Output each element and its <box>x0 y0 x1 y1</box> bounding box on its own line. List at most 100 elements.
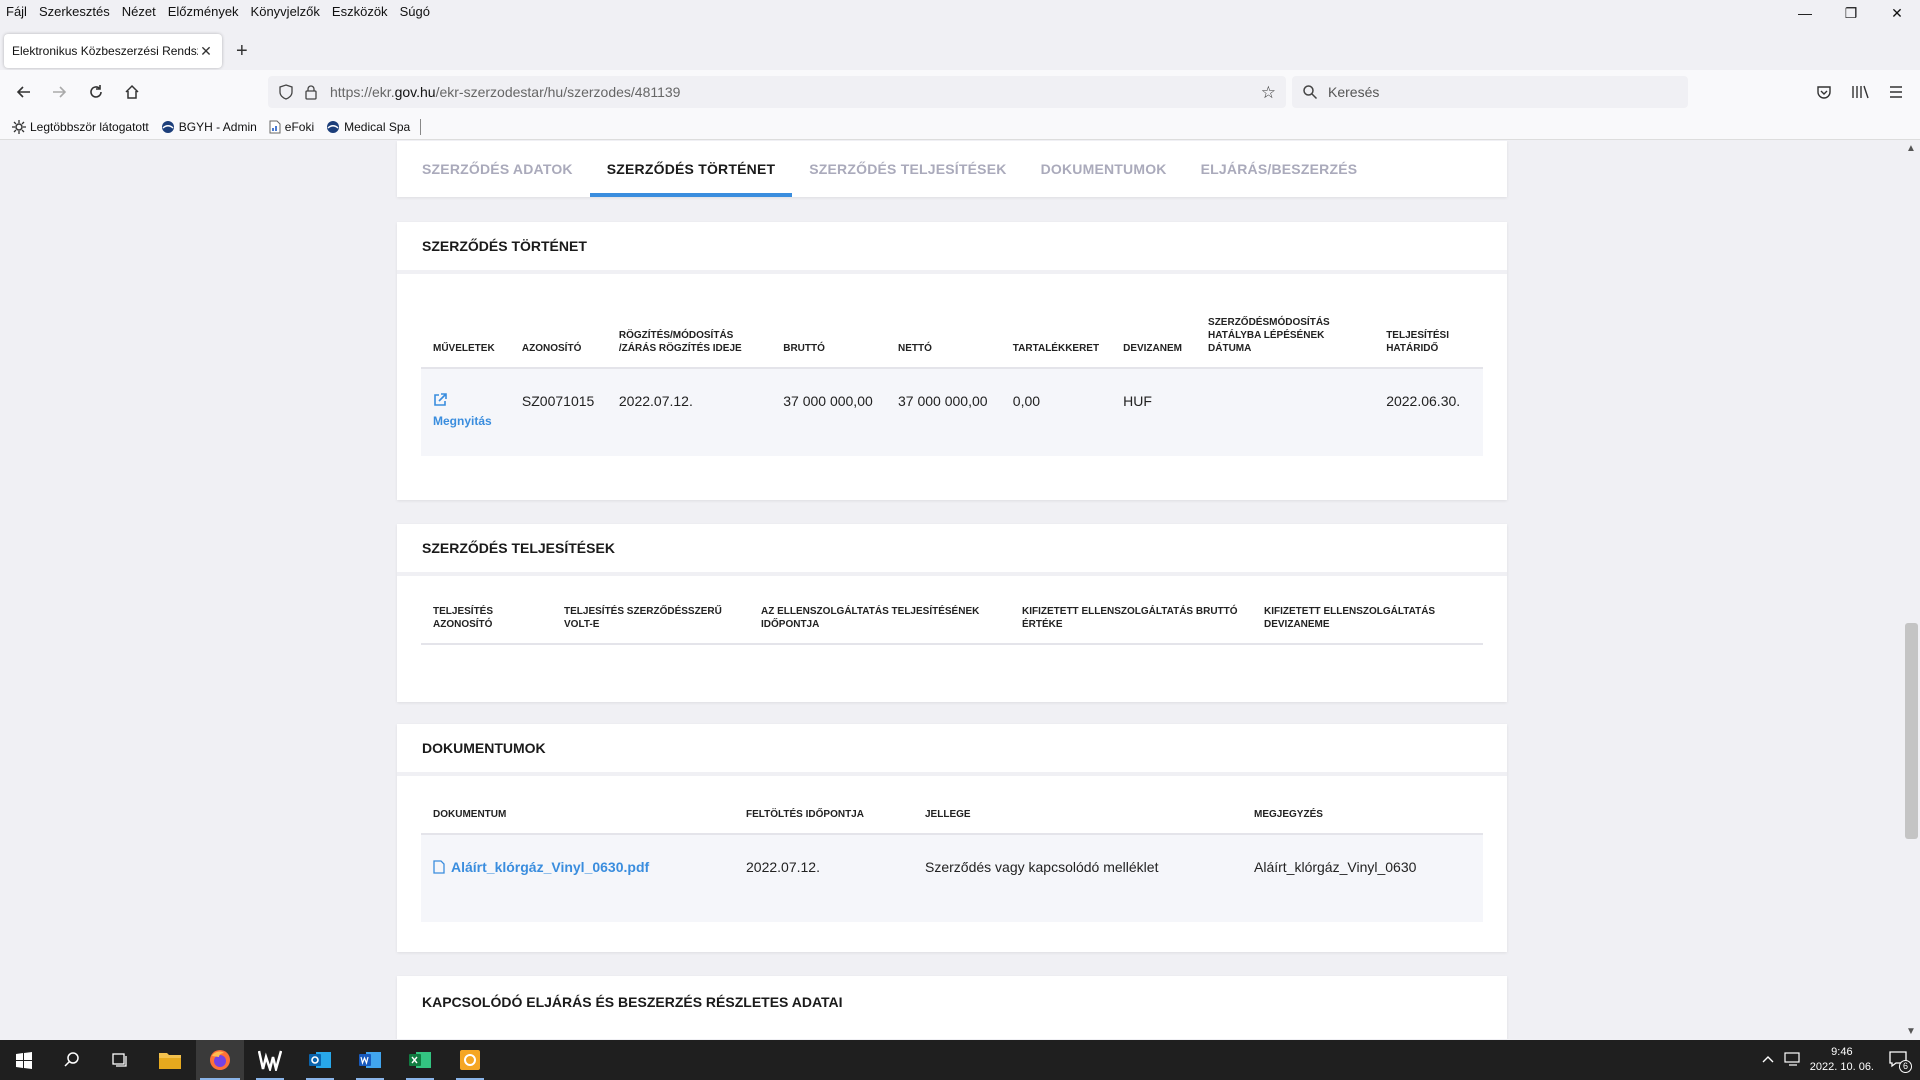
section-title: KAPCSOLÓDÓ ELJÁRÁS ÉS BESZERZÉS RÉSZLETE… <box>422 994 843 1010</box>
close-window-button[interactable]: ✕ <box>1874 0 1920 26</box>
clock[interactable]: 9:46 2022. 10. 06. <box>1810 1045 1874 1075</box>
outlook-icon[interactable] <box>296 1040 344 1080</box>
page-scrollbar[interactable]: ▲ ▼ <box>1903 141 1920 1039</box>
fulfillment-section: SZERZŐDÉS TELJESÍTÉSEK TELJESÍTÉS AZONOS… <box>397 524 1507 702</box>
navigation-bar: https://ekr.gov.hu/ekr-szerzodestar/hu/s… <box>0 70 1920 114</box>
pocket-icon[interactable] <box>1814 82 1834 102</box>
column-header: TARTALÉKKERET <box>1000 296 1112 369</box>
menu-bar: Fájl Szerkesztés Nézet Előzmények Könyvj… <box>0 0 1920 22</box>
contract-tabs: SZERZŐDÉS ADATOK SZERZŐDÉS TÖRTÉNET SZER… <box>397 141 1507 197</box>
clock-time: 9:46 <box>1831 1046 1853 1058</box>
library-icon[interactable] <box>1850 82 1870 102</box>
bookmark-star-icon[interactable]: ☆ <box>1261 83 1276 103</box>
tab-contract-data[interactable]: SZERZŐDÉS ADATOK <box>405 141 590 197</box>
url-text: https://ekr.gov.hu/ekr-szerzodestar/hu/s… <box>330 84 681 100</box>
task-view-icon[interactable] <box>96 1040 144 1080</box>
notification-icon[interactable]: 6 <box>1888 1050 1912 1073</box>
bookmark-most-visited[interactable]: Legtöbbször látogatott <box>12 119 149 134</box>
lock-icon[interactable] <box>304 84 318 103</box>
cell-document: Aláírt_klórgáz_Vinyl_0630.pdf <box>421 834 734 922</box>
firefox-icon[interactable] <box>196 1040 244 1080</box>
menu-edit[interactable]: Szerkesztés <box>33 4 116 19</box>
image-app-icon[interactable] <box>446 1040 494 1080</box>
document-link[interactable]: Aláírt_klórgáz_Vinyl_0630.pdf <box>433 859 649 875</box>
bookmark-label: Legtöbbször látogatott <box>30 119 149 134</box>
cell-gross: 37 000 000,00 <box>771 368 887 456</box>
section-title: DOKUMENTUMOK <box>397 724 1507 776</box>
search-icon <box>1302 84 1318 103</box>
menu-bookmarks[interactable]: Könyvjelzők <box>245 4 326 19</box>
back-arrow-icon[interactable] <box>12 80 36 104</box>
menu-history[interactable]: Előzmények <box>162 4 245 19</box>
bookmark-medical-spa[interactable]: Medical Spa <box>326 120 410 134</box>
hamburger-menu-icon[interactable] <box>1886 82 1906 102</box>
history-section: SZERZŐDÉS TÖRTÉNET MŰVELETEK AZONOSÍTÓ R… <box>397 222 1507 500</box>
cell-amendment-date <box>1196 368 1375 456</box>
globe-icon <box>161 120 175 134</box>
tab-contract-fulfillment[interactable]: SZERZŐDÉS TELJESÍTÉSEK <box>792 141 1023 197</box>
search-icon[interactable] <box>48 1040 96 1080</box>
history-table: MŰVELETEK AZONOSÍTÓ RÖGZÍTÉS/MÓDOSÍTÁS /… <box>421 296 1483 456</box>
file-icon <box>433 860 445 874</box>
cell-uploaded: 2022.07.12. <box>734 834 913 922</box>
scroll-down-icon[interactable]: ▼ <box>1906 1026 1916 1037</box>
column-header: NETTÓ <box>886 296 1001 369</box>
cell-id: SZ0071015 <box>509 368 607 456</box>
restore-button[interactable]: ❐ <box>1828 0 1874 26</box>
notification-count: 6 <box>1899 1059 1912 1073</box>
menu-view[interactable]: Nézet <box>116 4 162 19</box>
bookmark-efoki[interactable]: eFoki <box>269 120 314 134</box>
word-icon[interactable] <box>346 1040 394 1080</box>
forward-arrow-icon[interactable] <box>47 80 71 104</box>
address-bar[interactable]: https://ekr.gov.hu/ekr-szerzodestar/hu/s… <box>268 76 1286 108</box>
scroll-up-icon[interactable]: ▲ <box>1906 143 1916 154</box>
table-row: Aláírt_klórgáz_Vinyl_0630.pdf 2022.07.12… <box>421 834 1483 922</box>
home-icon[interactable] <box>120 80 144 104</box>
column-header: AZ ELLENSZOLGÁLTATÁS TELJESÍTÉSÉNEK IDŐP… <box>749 598 1010 645</box>
bookmark-label: BGYH - Admin <box>178 119 257 134</box>
menu-tools[interactable]: Eszközök <box>326 4 394 19</box>
network-icon[interactable] <box>1784 1051 1802 1069</box>
column-header: DEVIZANEM <box>1111 296 1197 369</box>
gear-icon <box>12 119 26 134</box>
column-header: TELJESÍTÉS AZONOSÍTÓ <box>421 598 552 645</box>
column-header: BRUTTÓ <box>771 296 887 369</box>
excel-icon[interactable] <box>396 1040 444 1080</box>
browser-tab[interactable]: Elektronikus Közbeszerzési Rendszer ✕ <box>4 34 222 68</box>
column-header: RÖGZÍTÉS/MÓDOSÍTÁS /ZÁRÁS RÖGZÍTÉS IDEJE <box>606 296 772 369</box>
browser-tab-title: Elektronikus Közbeszerzési Rendszer <box>12 44 198 58</box>
menu-file[interactable]: Fájl <box>0 4 33 19</box>
bookmark-bgyh-admin[interactable]: BGYH - Admin <box>161 120 257 134</box>
shield-icon[interactable] <box>278 84 294 103</box>
search-input[interactable]: Keresés <box>1292 76 1688 108</box>
column-header: MEGJEGYZÉS <box>1242 798 1483 835</box>
minimize-button[interactable]: — <box>1782 0 1828 26</box>
bookmark-label: Medical Spa <box>344 119 411 134</box>
bookmark-separator <box>420 118 422 135</box>
tab-documents[interactable]: DOKUMENTUMOK <box>1024 141 1184 197</box>
wps-writer-icon[interactable] <box>246 1040 294 1080</box>
section-title: SZERZŐDÉS TELJESÍTÉSEK <box>397 524 1507 576</box>
scrollbar-thumb[interactable] <box>1905 623 1918 839</box>
column-header: TELJESÍTÉS SZERZŐDÉSSZERŰ VOLT-E <box>552 598 749 645</box>
file-explorer-icon[interactable] <box>146 1040 194 1080</box>
close-tab-icon[interactable]: ✕ <box>198 43 214 60</box>
column-header: DOKUMENTUM <box>421 798 734 835</box>
cell-type: Szerződés vagy kapcsolódó melléklet <box>913 834 1242 922</box>
windows-start-icon[interactable] <box>0 1040 48 1080</box>
column-header: AZONOSÍTÓ <box>509 296 607 369</box>
new-tab-button[interactable]: + <box>236 40 248 63</box>
chevron-up-icon[interactable] <box>1762 1054 1774 1066</box>
tab-procedure[interactable]: ELJÁRÁS/BESZERZÉS <box>1184 141 1375 197</box>
document-filename: Aláírt_klórgáz_Vinyl_0630.pdf <box>451 859 650 875</box>
table-row: Megnyitás SZ0071015 2022.07.12. 37 000 0… <box>421 368 1483 456</box>
cell-net: 37 000 000,00 <box>886 368 1001 456</box>
search-placeholder: Keresés <box>1328 84 1380 100</box>
tab-contract-history[interactable]: SZERZŐDÉS TÖRTÉNET <box>589 141 793 197</box>
menu-help[interactable]: Súgó <box>394 4 436 19</box>
open-link[interactable]: Megnyitás <box>433 393 492 428</box>
open-link-label: Megnyitás <box>433 414 492 428</box>
bookmark-label: eFoki <box>284 119 315 134</box>
bookmarks-toolbar: Legtöbbször látogatott BGYH - Admin eFok… <box>0 114 1920 140</box>
reload-icon[interactable] <box>84 80 108 104</box>
